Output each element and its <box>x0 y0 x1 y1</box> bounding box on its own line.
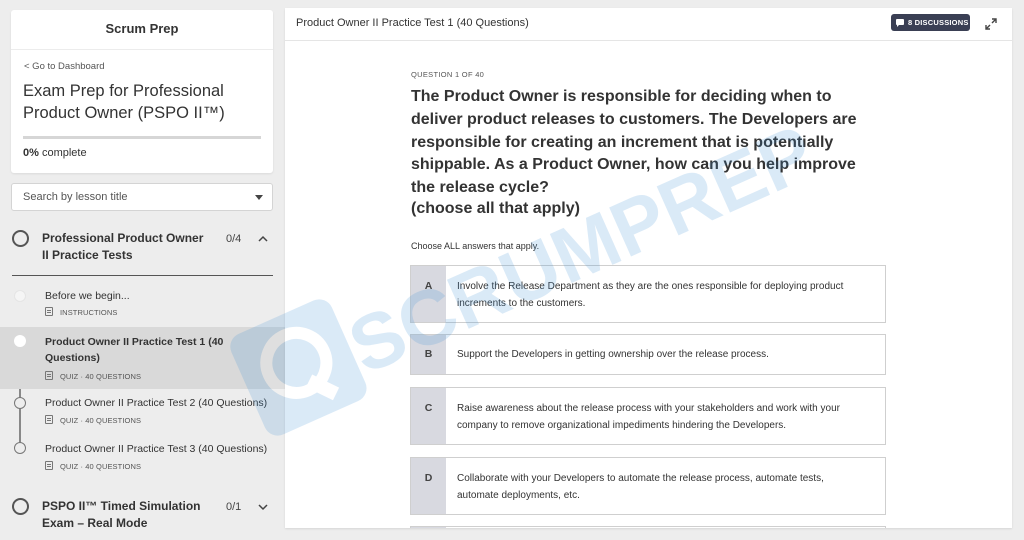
document-icon <box>45 371 53 380</box>
lesson-search-select[interactable]: Search by lesson title <box>11 183 273 211</box>
lesson-status-icon <box>14 290 26 302</box>
section-timed-simulation[interactable]: PSPO II™ Timed Simulation Exam – Real Mo… <box>0 497 285 537</box>
answer-hint: Choose ALL answers that apply. <box>411 241 540 251</box>
lesson-item-before-we-begin[interactable]: Before we begin... INSTRUCTIONS <box>0 285 285 325</box>
lesson-meta: QUIZ · 40 QUESTIONS <box>45 371 141 381</box>
lesson-meta-text: INSTRUCTIONS <box>60 308 118 317</box>
quiz-header: Product Owner II Practice Test 1 (40 Que… <box>285 8 1012 41</box>
answer-option-a[interactable]: A Involve the Release Department as they… <box>410 265 886 323</box>
quiz-panel: Product Owner II Practice Test 1 (40 Que… <box>285 8 1012 528</box>
chevron-down-icon[interactable] <box>258 502 268 512</box>
option-letter <box>411 527 446 528</box>
chevron-up-icon[interactable] <box>258 234 268 244</box>
course-title: Exam Prep for Professional Product Owner… <box>23 82 225 122</box>
expand-icon[interactable] <box>984 17 998 31</box>
answer-option-d[interactable]: D Collaborate with your Developers to au… <box>410 457 886 515</box>
document-icon <box>45 461 53 470</box>
answer-option-b[interactable]: B Support the Developers in getting owne… <box>410 334 886 375</box>
option-text: Collaborate with your Developers to auto… <box>457 473 824 501</box>
lesson-title: Product Owner II Practice Test 1 (40 Que… <box>45 336 224 364</box>
section-title: Professional Product Owner II Practice T… <box>42 231 204 262</box>
lesson-meta: QUIZ · 40 QUESTIONS <box>45 461 141 471</box>
section-title: PSPO II™ Timed Simulation Exam – Real Mo… <box>42 499 201 530</box>
question-number: QUESTION 1 OF 40 <box>411 70 485 79</box>
lesson-status-icon <box>14 442 26 454</box>
divider <box>11 49 273 50</box>
lesson-title: Before we begin... <box>45 290 130 302</box>
discussions-button[interactable]: 8 DISCUSSIONS <box>891 14 970 31</box>
progress-text: 0% complete <box>23 147 87 159</box>
question-instruction: (choose all that apply) <box>411 200 580 217</box>
question-text: The Product Owner is responsible for dec… <box>411 88 857 197</box>
section-progress-ring-icon <box>12 498 29 515</box>
option-text: Involve the Release Department as they a… <box>457 281 844 309</box>
discussions-label: 8 DISCUSSIONS <box>908 18 969 27</box>
lesson-current-icon <box>14 335 26 347</box>
lesson-search-placeholder: Search by lesson title <box>23 191 128 203</box>
section-count: 0/1 <box>226 501 242 513</box>
answer-option-next[interactable] <box>410 526 886 528</box>
lesson-title: Product Owner II Practice Test 2 (40 Que… <box>45 397 268 409</box>
lesson-meta: QUIZ · 40 QUESTIONS <box>45 415 141 425</box>
lesson-status-icon <box>14 397 26 409</box>
option-text: Support the Developers in getting owners… <box>457 349 769 360</box>
option-text: Raise awareness about the release proces… <box>457 403 840 431</box>
brand-name: Scrum Prep <box>105 21 179 36</box>
lesson-item-practice-test-1[interactable]: Product Owner II Practice Test 1 (40 Que… <box>0 327 285 389</box>
lesson-item-practice-test-3[interactable]: Product Owner II Practice Test 3 (40 Que… <box>0 437 285 477</box>
document-icon <box>45 415 53 424</box>
option-letter: A <box>411 266 446 322</box>
section-divider <box>12 275 273 276</box>
section-count: 0/4 <box>226 233 242 245</box>
quiz-title: Product Owner II Practice Test 1 (40 Que… <box>296 17 529 29</box>
section-progress-ring-icon <box>12 230 29 247</box>
lesson-meta-text: QUIZ · 40 QUESTIONS <box>60 462 142 471</box>
progress-suffix: complete <box>41 147 87 159</box>
go-to-dashboard-link[interactable]: < Go to Dashboard <box>24 61 105 72</box>
option-letter: D <box>411 458 446 514</box>
document-icon <box>45 307 53 316</box>
course-card: Scrum Prep < Go to Dashboard Exam Prep f… <box>11 10 273 173</box>
lesson-item-practice-test-2[interactable]: Product Owner II Practice Test 2 (40 Que… <box>0 392 285 432</box>
course-sidebar: Scrum Prep < Go to Dashboard Exam Prep f… <box>0 0 285 540</box>
section-practice-tests[interactable]: Professional Product Owner II Practice T… <box>0 229 285 269</box>
lesson-title: Product Owner II Practice Test 3 (40 Que… <box>45 443 268 455</box>
course-progress-bar <box>23 136 261 139</box>
lesson-meta-text: QUIZ · 40 QUESTIONS <box>60 416 142 425</box>
caret-down-icon <box>255 195 263 200</box>
option-letter: C <box>411 388 446 444</box>
option-letter: B <box>411 335 446 374</box>
lesson-meta-text: QUIZ · 40 QUESTIONS <box>60 372 142 381</box>
chat-bubble-icon <box>896 19 904 27</box>
answer-option-c[interactable]: C Raise awareness about the release proc… <box>410 387 886 445</box>
progress-value: 0% <box>23 147 39 159</box>
lesson-meta: INSTRUCTIONS <box>45 307 117 317</box>
